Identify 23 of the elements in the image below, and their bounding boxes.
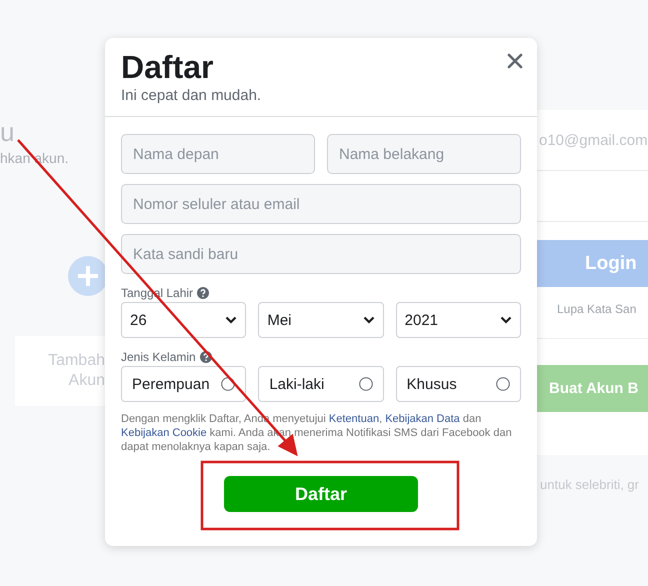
gender-label: Jenis Kelamin — [121, 350, 196, 364]
dialog-title: Daftar — [121, 48, 214, 86]
help-icon[interactable] — [197, 287, 210, 299]
birthday-select[interactable]: Mei — [258, 302, 384, 338]
name-field[interactable]: Nama belakang — [327, 134, 521, 174]
contact-field[interactable]: Nomor seluler atau email — [121, 184, 521, 224]
radio-button[interactable] — [358, 377, 373, 391]
radio-button[interactable] — [496, 377, 510, 391]
terms-link[interactable]: Kebijakan Cookie — [121, 427, 207, 439]
close-icon[interactable] — [507, 53, 523, 69]
chevron-icon — [362, 316, 375, 324]
gender-option[interactable]: Laki-laki — [258, 366, 384, 402]
dialog-subtitle: Ini cepat dan mudah. — [121, 86, 262, 106]
terms-link[interactable]: Ketentuan — [328, 413, 380, 425]
chevron-icon — [225, 316, 238, 324]
chevron-icon — [500, 316, 512, 324]
birthday-select[interactable]: 2021 — [396, 302, 521, 338]
password-field[interactable]: Kata sandi baru — [121, 234, 521, 274]
heading-fragment: u — [0, 118, 14, 146]
birthday-select[interactable]: 26 — [121, 302, 246, 338]
terms-link[interactable]: Kebijakan Data — [385, 413, 460, 425]
name-field[interactable]: Nama depan — [121, 134, 315, 174]
gender-option[interactable]: Khusus — [396, 366, 521, 402]
